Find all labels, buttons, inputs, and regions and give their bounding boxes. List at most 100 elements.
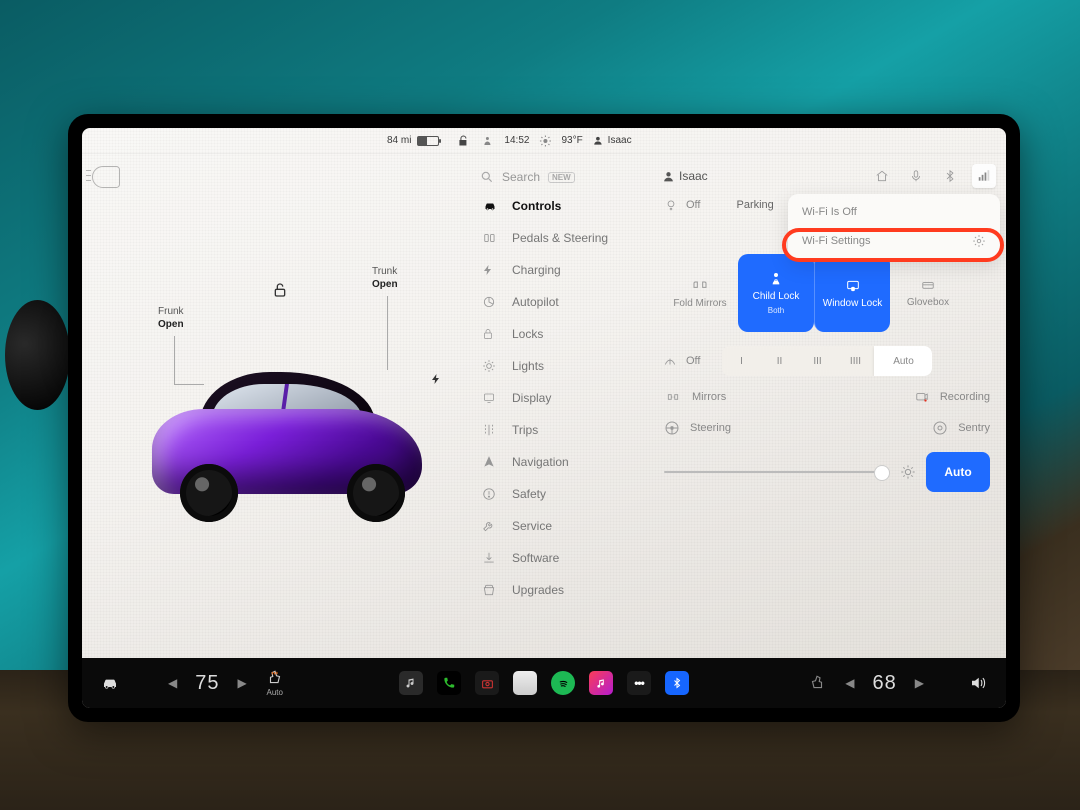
scroll-wheel (5, 300, 70, 410)
menu-item-trips[interactable]: Trips (468, 414, 658, 446)
child-lock-icon (768, 271, 784, 287)
wiper-level-1[interactable]: I (722, 346, 760, 376)
wiper-level-4[interactable]: IIII (836, 346, 874, 376)
seat-heater-left[interactable]: Auto (265, 669, 285, 697)
temp-up-left[interactable]: ▶ (237, 676, 246, 690)
profile-chip[interactable]: Isaac (593, 135, 632, 146)
sun-icon (539, 135, 551, 147)
range-text: 84 mi (387, 135, 411, 146)
brightness-auto-button[interactable]: Auto (926, 452, 990, 492)
menu-item-controls[interactable]: Controls (468, 190, 658, 222)
wiper-auto[interactable]: Auto (874, 346, 932, 376)
microphone-icon[interactable] (904, 164, 928, 188)
cellular-icon[interactable] (972, 164, 996, 188)
app-camera[interactable] (475, 671, 499, 695)
app-all-apps[interactable]: ••• (627, 671, 651, 695)
airbag-icon (480, 134, 494, 148)
menu-item-software[interactable]: Software (468, 542, 658, 574)
menu-item-upgrades[interactable]: Upgrades (468, 574, 658, 606)
content-profile[interactable]: Isaac (662, 169, 708, 183)
mirrors-button[interactable]: Mirrors (664, 390, 726, 404)
car-icon (482, 200, 500, 212)
menu-item-display[interactable]: Display (468, 382, 658, 414)
temp-down-left[interactable]: ◀ (168, 676, 177, 690)
fold-mirrors-button[interactable]: Fold Mirrors (662, 254, 738, 332)
app-music[interactable] (399, 671, 423, 695)
bluetooth-icon[interactable] (938, 164, 962, 188)
service-icon (482, 519, 500, 533)
driver-temp[interactable]: 75 (195, 672, 219, 695)
wifi-status-text: Wi-Fi Is Off (792, 198, 996, 226)
search-row[interactable]: Search NEW (468, 164, 658, 190)
steering-button[interactable]: Steering (664, 420, 731, 436)
recording-button[interactable]: Recording (914, 390, 990, 404)
volume-icon[interactable] (966, 671, 990, 695)
car-controls-icon[interactable] (98, 671, 122, 695)
pedals-icon (482, 231, 500, 245)
parking-indicator: Parking (736, 199, 773, 211)
app-bluetooth[interactable] (665, 671, 689, 695)
wiper-level-2[interactable]: II (760, 346, 798, 376)
battery-icon (417, 136, 439, 146)
status-bar: 84 mi 14:52 93°F Isaac (82, 128, 1006, 154)
wifi-settings-label: Wi-Fi Settings (802, 235, 870, 247)
navigation-icon (482, 455, 500, 469)
menu-label: Controls (512, 199, 561, 213)
wifi-settings-button[interactable]: Wi-Fi Settings (792, 226, 996, 256)
menu-item-navigation[interactable]: Navigation (468, 446, 658, 478)
bulb-icon (664, 198, 678, 212)
menu-label: Charging (512, 263, 561, 277)
profile-name: Isaac (608, 135, 632, 146)
menu-label: Navigation (512, 455, 569, 469)
brightness-icon (900, 464, 916, 480)
menu-item-autopilot[interactable]: Autopilot (468, 286, 658, 318)
mirrors-icon (664, 390, 682, 404)
unlock-icon[interactable] (272, 282, 288, 298)
seat-heater-right[interactable] (807, 674, 827, 692)
sentry-button[interactable]: Sentry (932, 420, 990, 436)
menu-label: Pedals & Steering (512, 231, 608, 245)
menu-item-locks[interactable]: Locks (468, 318, 658, 350)
menu-item-service[interactable]: Service (468, 510, 658, 542)
menu-item-safety[interactable]: Safety (468, 478, 658, 510)
window-lock-button[interactable]: Window Lock (814, 254, 890, 332)
frunk-control[interactable]: FrunkOpen (158, 306, 184, 331)
menu-label: Upgrades (512, 583, 564, 597)
trips-icon (482, 423, 500, 437)
lock-icon (482, 327, 500, 341)
glovebox-button[interactable]: Glovebox (890, 254, 966, 332)
menu-label: Locks (512, 327, 543, 341)
menu-item-lights[interactable]: Lights (468, 350, 658, 382)
trunk-control[interactable]: TrunkOpen (372, 266, 398, 291)
outside-temp: 93°F (561, 135, 582, 146)
lights-toggle[interactable]: Off (664, 198, 700, 212)
safety-icon (482, 487, 500, 501)
headlights-button[interactable] (92, 166, 120, 188)
app-calendar[interactable] (513, 671, 537, 695)
brightness-slider[interactable] (664, 471, 890, 473)
temp-up-right[interactable]: ▶ (915, 676, 924, 690)
display-icon (482, 392, 500, 404)
menu-item-pedals[interactable]: Pedals & Steering (468, 222, 658, 254)
child-lock-button[interactable]: Child Lock Both (738, 254, 814, 332)
homelink-icon[interactable] (870, 164, 894, 188)
wipers-toggle[interactable]: Off (662, 354, 700, 368)
temp-down-right[interactable]: ◀ (845, 676, 854, 690)
touchscreen: 84 mi 14:52 93°F Isaac (68, 114, 1020, 722)
search-new-badge: NEW (548, 172, 575, 183)
menu-item-charging[interactable]: Charging (468, 254, 658, 286)
menu-label: Service (512, 519, 552, 533)
car-visualization: FrunkOpen TrunkOpen (82, 154, 468, 658)
app-phone[interactable] (437, 671, 461, 695)
app-apple-music[interactable] (589, 671, 613, 695)
dashcam-icon (914, 390, 930, 404)
lock-status-icon[interactable] (456, 134, 470, 148)
autopilot-icon (482, 295, 500, 309)
charging-icon (482, 263, 500, 277)
app-spotify[interactable] (551, 671, 575, 695)
wiper-level-3[interactable]: III (798, 346, 836, 376)
menu-label: Lights (512, 359, 544, 373)
passenger-temp[interactable]: 68 (873, 672, 897, 695)
wiper-level-segmented[interactable]: I II III IIII Auto (722, 346, 932, 376)
upgrades-icon (482, 583, 500, 597)
